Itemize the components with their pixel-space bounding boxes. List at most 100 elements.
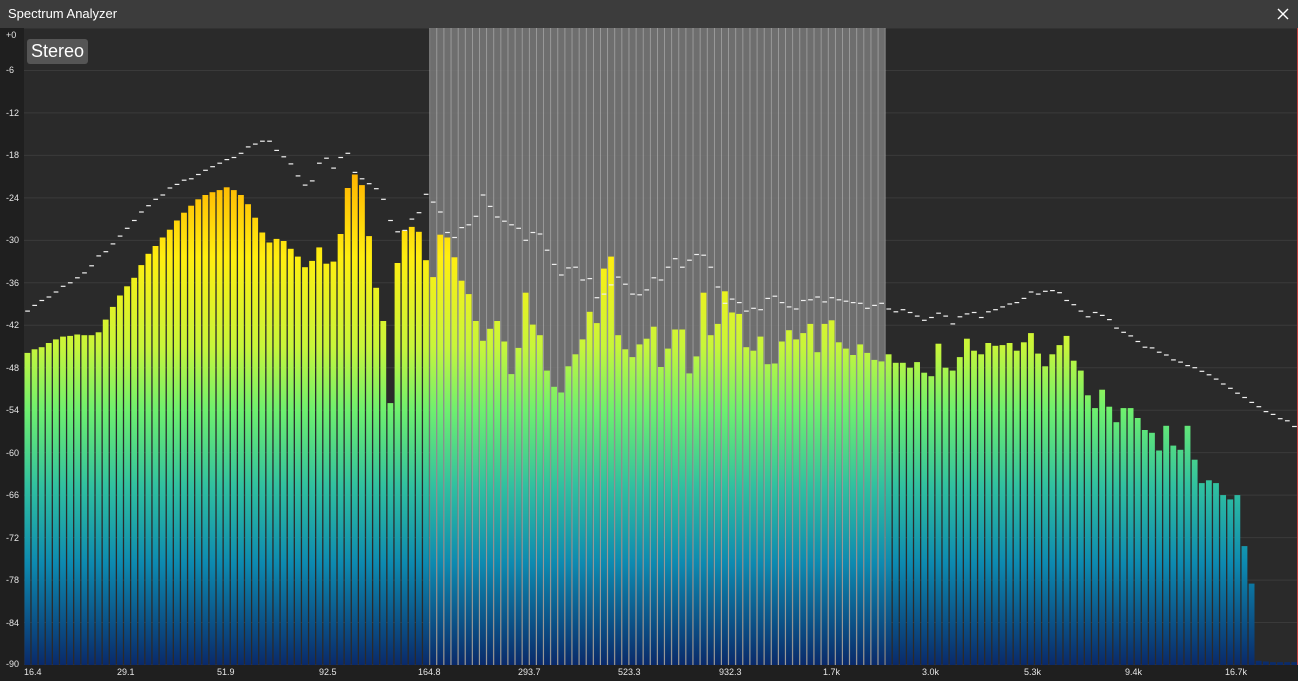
spectrum-bar [323, 263, 330, 665]
spectrum-bar [1213, 483, 1219, 665]
spectrum-bar [238, 195, 244, 665]
y-tick-label: -60 [6, 447, 20, 458]
spectrum-bar [544, 370, 550, 665]
spectrum-bar [1006, 343, 1013, 665]
spectrum-bar [1262, 661, 1269, 665]
spectrum-bar [871, 359, 878, 665]
spectrum-bar [1013, 350, 1020, 665]
x-tick-label: 16.4 [24, 667, 42, 677]
spectrum-bar [821, 323, 828, 665]
spectrum-bar [181, 212, 187, 665]
spectrum-bar [615, 335, 622, 665]
spectrum-bar [828, 320, 835, 665]
spectrum-bar [643, 338, 650, 665]
spectrum-bar [729, 312, 735, 665]
spectrum-bar [1255, 660, 1262, 665]
spectrum-bar [1120, 408, 1127, 665]
spectrum-bar [985, 343, 992, 665]
x-tick-label: 3.0k [922, 667, 940, 677]
x-tick-label: 92.5 [319, 667, 337, 677]
spectrum-bar [558, 392, 565, 665]
spectrum-bar [195, 199, 202, 665]
spectrum-bar [1113, 422, 1120, 665]
stereo-button[interactable]: Stereo [27, 39, 89, 64]
spectrum-bar [572, 354, 579, 665]
spectrum-bar [1177, 449, 1184, 665]
title-bar: Spectrum Analyzer [0, 0, 1298, 28]
spectrum-bar [173, 220, 180, 665]
x-tick-label: 9.4k [1125, 667, 1143, 677]
window-title: Spectrum Analyzer [8, 6, 118, 21]
spectrum-bar [1163, 425, 1170, 665]
spectrum-bar [1149, 432, 1155, 665]
spectrum-bar [359, 185, 365, 665]
spectrum-bar [622, 349, 629, 665]
spectrum-bar [921, 372, 928, 665]
spectrum-plot[interactable] [24, 28, 1298, 665]
y-tick-label: +0 [6, 30, 17, 40]
spectrum-bar [373, 287, 380, 665]
spectrum-bar [1056, 345, 1063, 665]
spectrum-bar [287, 248, 294, 665]
close-icon[interactable] [1268, 0, 1298, 28]
spectrum-bar [686, 373, 693, 665]
spectrum-bar [657, 367, 664, 665]
spectrum-bar [430, 277, 437, 665]
spectrum-bar [700, 292, 707, 665]
spectrum-bar [907, 367, 913, 665]
y-tick-label: -36 [6, 277, 20, 288]
spectrum-bar [857, 344, 864, 665]
spectrum-bar [722, 291, 728, 665]
spectrum-bar [138, 265, 145, 665]
spectrum-bar [458, 280, 465, 665]
spectrum-bar [316, 247, 323, 665]
x-tick-label: 16.7k [1225, 667, 1248, 677]
spectrum-bar [1077, 370, 1084, 665]
spectrum-bar [629, 357, 636, 665]
spectrum-bar [1127, 408, 1134, 665]
spectrum-bar [24, 352, 31, 665]
spectrum-bar [394, 263, 401, 665]
spectrum-bar [67, 335, 74, 665]
spectrum-bar [999, 345, 1006, 665]
spectrum-bar [337, 234, 344, 665]
spectrum-bar [1028, 333, 1034, 665]
spectrum-bar [672, 329, 678, 665]
y-tick-label: -90 [6, 659, 20, 669]
y-tick-label: -6 [6, 65, 15, 76]
y-tick-label: -54 [6, 405, 20, 416]
y-tick-label: -30 [6, 235, 20, 246]
spectrum-bar [202, 195, 209, 665]
x-tick-label: 51.9 [217, 667, 235, 677]
spectrum-bar [842, 348, 849, 665]
spectrum-bar [465, 294, 472, 665]
spectrum-bar [380, 321, 387, 665]
x-tick-label: 29.1 [117, 667, 135, 677]
spectrum-bar [209, 192, 216, 665]
spectrum-bar [415, 231, 422, 665]
spectrum-bar [565, 366, 572, 665]
spectrum-bar [480, 340, 486, 665]
spectrum-bar [216, 190, 223, 665]
spectrum-bar [1020, 342, 1027, 665]
spectrum-bar [273, 238, 280, 665]
spectrum-bar [1042, 366, 1049, 665]
spectrum-bar [366, 236, 372, 665]
spectrum-bar [636, 344, 643, 665]
spectrum-bar [814, 352, 821, 665]
spectrum-bar [230, 190, 237, 665]
spectrum-bar [971, 350, 977, 665]
spectrum-bar [351, 174, 358, 665]
spectrum-bar [650, 326, 657, 665]
spectrum-bar [807, 323, 814, 665]
spectrum-bar [536, 335, 543, 665]
spectrum-bar [935, 343, 942, 665]
spectrum-bar [74, 334, 81, 665]
x-tick-label: 523.3 [618, 667, 641, 677]
y-tick-label: -66 [6, 490, 20, 501]
spectrum-bar [88, 335, 95, 665]
spectrum-bar [515, 347, 522, 665]
spectrum-bar [95, 332, 102, 665]
spectrum-bar [344, 188, 351, 665]
spectrum-bar [494, 321, 501, 665]
